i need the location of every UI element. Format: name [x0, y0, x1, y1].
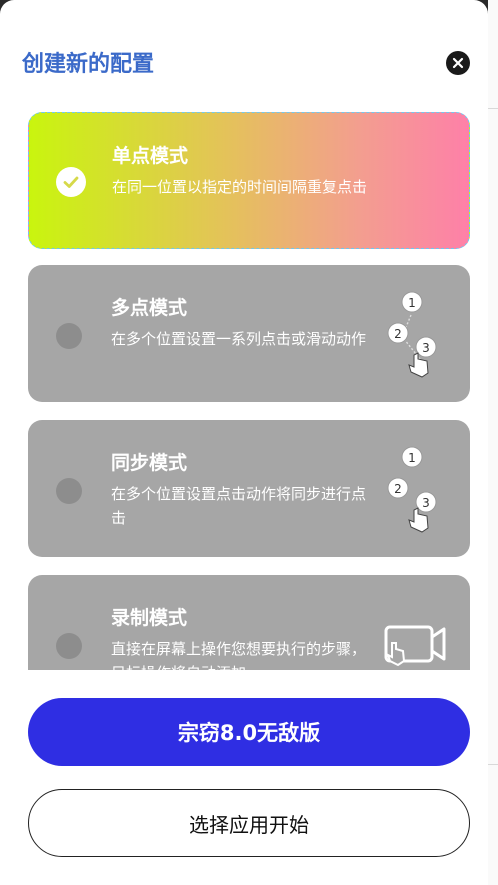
- svg-text:1: 1: [408, 296, 416, 310]
- svg-text:2: 2: [394, 482, 402, 496]
- divider: [488, 108, 498, 109]
- mode-title: 同步模式: [111, 452, 188, 474]
- mode-card-record[interactable]: 录制模式 直接在屏幕上操作您想要执行的步骤，目标操作将自动添加: [28, 575, 470, 670]
- mode-list[interactable]: 单点模式 在同一位置以指定的时间间隔重复点击 多点模式 在多个位置设置一系列点击…: [0, 110, 488, 670]
- mode-description: 在多个位置设置一系列点击或滑动动作: [111, 330, 367, 348]
- record-screen-icon: [384, 625, 446, 667]
- start-pro-button[interactable]: 宗窃8.0无敌版: [28, 698, 470, 766]
- mode-title: 录制模式: [111, 607, 188, 629]
- mode-card-multi[interactable]: 多点模式 在多个位置设置一系列点击或滑动动作 1 2 3: [28, 265, 470, 402]
- svg-text:1: 1: [408, 451, 416, 465]
- svg-text:3: 3: [422, 341, 430, 355]
- close-icon[interactable]: [446, 51, 470, 75]
- mode-description: 在同一位置以指定的时间间隔重复点击: [112, 178, 368, 196]
- radio-button[interactable]: [56, 478, 82, 504]
- mode-title: 多点模式: [111, 297, 188, 319]
- background-strip: [488, 0, 498, 885]
- mode-card-sync[interactable]: 同步模式 在多个位置设置点击动作将同步进行点击 1 2 3: [28, 420, 470, 557]
- svg-text:2: 2: [394, 327, 402, 341]
- select-app-button[interactable]: 选择应用开始: [28, 789, 470, 857]
- divider: [488, 764, 498, 765]
- svg-text:3: 3: [422, 496, 430, 510]
- radio-button[interactable]: [56, 323, 82, 349]
- radio-button[interactable]: [56, 633, 82, 659]
- mode-description: 在多个位置设置点击动作将同步进行点击: [111, 485, 367, 527]
- check-icon: [56, 167, 86, 197]
- mode-card-single[interactable]: 单点模式 在同一位置以指定的时间间隔重复点击: [28, 112, 470, 249]
- dialog-title: 创建新的配置: [22, 52, 155, 77]
- multi-tap-icon: 1 2 3: [387, 291, 437, 378]
- config-dialog: 创建新的配置 单点模式 在同一位置以指定的时间间隔重复点击 多点模式 在多个位置…: [0, 0, 488, 885]
- mode-title: 单点模式: [112, 145, 189, 167]
- sync-tap-icon: 1 2 3: [387, 446, 437, 533]
- mode-description: 直接在屏幕上操作您想要执行的步骤，目标操作将自动添加: [111, 640, 367, 670]
